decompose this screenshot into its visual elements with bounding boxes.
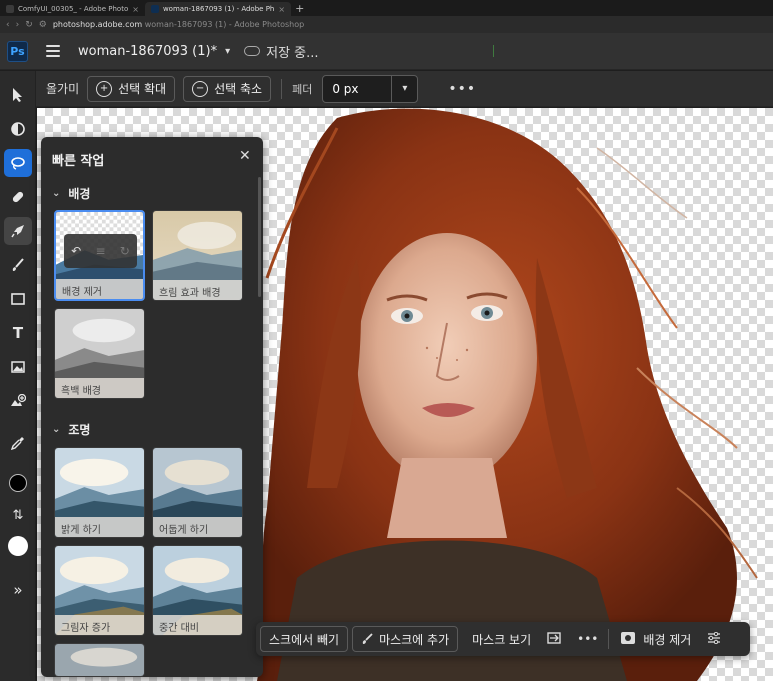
chevron-down-icon[interactable]: ▾ xyxy=(225,46,230,57)
lasso-icon[interactable] xyxy=(4,149,32,177)
add-to-mask-button[interactable]: 마스크에 추가 xyxy=(352,626,459,652)
refresh-icon: ↻ xyxy=(119,244,130,258)
contextual-task-bar: 스크에서 빼기 마스크에 추가 마스크 보기 ••• 배경 제거 xyxy=(256,622,750,656)
browser-tab-label: ComfyUI_00305_ - Adobe Photo xyxy=(18,5,129,13)
panel-title: 빠른 작업 xyxy=(52,154,105,169)
subtract-from-mask-label: 스크에서 빼기 xyxy=(269,632,340,647)
action-card-increase-shadows[interactable]: 그림자 증가 xyxy=(54,545,145,636)
action-card-blur-background[interactable]: 흐림 효과 배경 xyxy=(152,210,243,301)
menu-icon[interactable] xyxy=(46,45,60,57)
browser-tab-label: woman-1867093 (1) - Adobe Ph xyxy=(162,5,275,13)
header-divider xyxy=(493,45,494,57)
card-action-overlay[interactable]: ↶ ≡ ↻ xyxy=(64,234,137,268)
browser-tab[interactable]: ComfyUI_00305_ - Adobe Photo × xyxy=(0,2,145,16)
card-label: 흑백 배경 xyxy=(55,378,144,398)
subtract-from-mask-button[interactable]: 스크에서 빼기 xyxy=(260,626,349,652)
rectangle-icon[interactable] xyxy=(4,285,32,313)
options-divider xyxy=(281,78,283,99)
close-tab-icon[interactable]: × xyxy=(132,5,139,14)
expand-selection-button[interactable]: + 선택 확대 xyxy=(87,75,176,102)
chevron-down-icon[interactable]: ▾ xyxy=(391,75,417,102)
plus-circle-icon: + xyxy=(96,80,113,97)
card-thumbnail xyxy=(55,644,144,676)
active-tool-label: 올가미 xyxy=(46,82,80,96)
back-icon[interactable]: ‹ xyxy=(6,20,10,30)
card-label: 그림자 증가 xyxy=(55,615,144,635)
remove-background-button[interactable]: 배경 제거 xyxy=(643,631,691,648)
quick-actions-panel: 빠른 작업 ✕ ⌄ 배경 ↶ ≡ ↻ 배경 제거 흐림 효과 배경 흑백 배경 … xyxy=(41,137,263,677)
reload-icon[interactable]: ↻ xyxy=(25,20,33,30)
swap-colors-icon[interactable]: ⇅ xyxy=(4,501,32,529)
new-tab-button[interactable]: + xyxy=(295,2,304,15)
foreground-color[interactable] xyxy=(4,469,32,497)
mask-icon xyxy=(621,631,636,647)
section-title: 조명 xyxy=(68,423,91,437)
card-label: 흐림 효과 배경 xyxy=(153,280,242,300)
cloud-sync-icon xyxy=(244,46,261,56)
action-card-remove-background[interactable]: ↶ ≡ ↻ 배경 제거 xyxy=(54,210,145,301)
invert-mask-icon[interactable] xyxy=(547,631,561,647)
options-bar: 올가미 + 선택 확대 − 선택 축소 페더 0 px ▾ ••• xyxy=(36,71,773,107)
action-card-bw-background[interactable]: 흑백 배경 xyxy=(54,308,145,399)
more-options-button[interactable]: ••• xyxy=(577,632,598,646)
action-card-partial[interactable] xyxy=(54,643,145,677)
minus-circle-icon: − xyxy=(192,80,209,97)
context-divider xyxy=(608,629,610,649)
contract-selection-button[interactable]: − 선택 축소 xyxy=(183,75,272,102)
add-to-mask-label: 마스크에 추가 xyxy=(379,632,450,647)
quick-action-icon[interactable] xyxy=(4,217,32,245)
brush-icon xyxy=(362,633,373,644)
adjust-icon[interactable] xyxy=(4,115,32,143)
view-mask-button[interactable]: 마스크 보기 xyxy=(472,631,531,648)
background-color[interactable] xyxy=(4,532,32,560)
undo-icon[interactable]: ↶ xyxy=(71,244,81,258)
feather-field[interactable]: 0 px ▾ xyxy=(322,74,419,103)
feather-value[interactable]: 0 px xyxy=(323,82,391,96)
save-status: 저장 중... xyxy=(266,45,319,61)
expand-toolbar-icon[interactable]: » xyxy=(4,576,32,604)
favicon-icon xyxy=(6,5,14,13)
settings-sliders-icon[interactable] xyxy=(707,631,721,647)
action-card-darken[interactable]: 어둡게 하기 xyxy=(152,447,243,538)
close-tab-icon[interactable]: × xyxy=(278,5,285,14)
place-image-icon[interactable] xyxy=(4,353,32,381)
feather-label: 페더 xyxy=(292,82,313,96)
contract-selection-label: 선택 축소 xyxy=(214,82,263,96)
type-icon[interactable]: T xyxy=(4,319,32,347)
forward-icon[interactable]: › xyxy=(16,20,20,30)
eyedropper-icon[interactable] xyxy=(4,429,32,457)
more-options-button[interactable]: ••• xyxy=(448,81,476,97)
url-host: photoshop.adobe.com xyxy=(52,20,143,29)
url-page-title: woman-1867093 (1) - Adobe Photoshop xyxy=(144,20,305,29)
photoshop-logo[interactable]: Ps xyxy=(7,40,28,62)
url-field[interactable]: photoshop.adobe.com woman-1867093 (1) - … xyxy=(53,20,304,29)
card-label: 밝게 하기 xyxy=(55,517,144,537)
card-label: 어둡게 하기 xyxy=(153,517,242,537)
healing-icon[interactable] xyxy=(4,183,32,211)
browser-tab-bar: ComfyUI_00305_ - Adobe Photo × woman-186… xyxy=(0,0,773,16)
chevron-down-icon: ⌄ xyxy=(52,188,61,199)
section-title: 배경 xyxy=(68,187,91,201)
section-background[interactable]: ⌄ 배경 xyxy=(52,185,90,202)
left-toolbar: T ⇅ » xyxy=(0,71,36,681)
browser-address-bar: ‹ › ↻ ⚙ photoshop.adobe.com woman-186709… xyxy=(0,16,773,33)
browser-tab-active[interactable]: woman-1867093 (1) - Adobe Ph × xyxy=(144,2,292,16)
card-label: 배경 제거 xyxy=(56,279,143,299)
action-card-midtone-contrast[interactable]: 중간 대비 xyxy=(152,545,243,636)
chevron-down-icon: ⌄ xyxy=(52,424,61,435)
add-image-icon[interactable] xyxy=(4,387,32,415)
panel-scrollbar[interactable] xyxy=(258,177,261,297)
expand-selection-label: 선택 확대 xyxy=(118,82,167,96)
document-name[interactable]: woman-1867093 (1)* xyxy=(78,44,217,59)
app-header: Ps woman-1867093 (1)* ▾ 저장 중... xyxy=(0,33,773,70)
site-info-icon[interactable]: ⚙ xyxy=(39,20,47,30)
brush-icon[interactable] xyxy=(4,251,32,279)
photoshop-favicon-icon xyxy=(150,5,159,13)
action-card-brighten[interactable]: 밝게 하기 xyxy=(54,447,145,538)
card-label: 중간 대비 xyxy=(153,615,242,635)
section-lighting[interactable]: ⌄ 조명 xyxy=(52,421,90,438)
close-icon[interactable]: ✕ xyxy=(239,148,251,164)
select-arrow-icon[interactable] xyxy=(4,81,32,109)
settings-sliders-icon: ≡ xyxy=(95,244,106,258)
